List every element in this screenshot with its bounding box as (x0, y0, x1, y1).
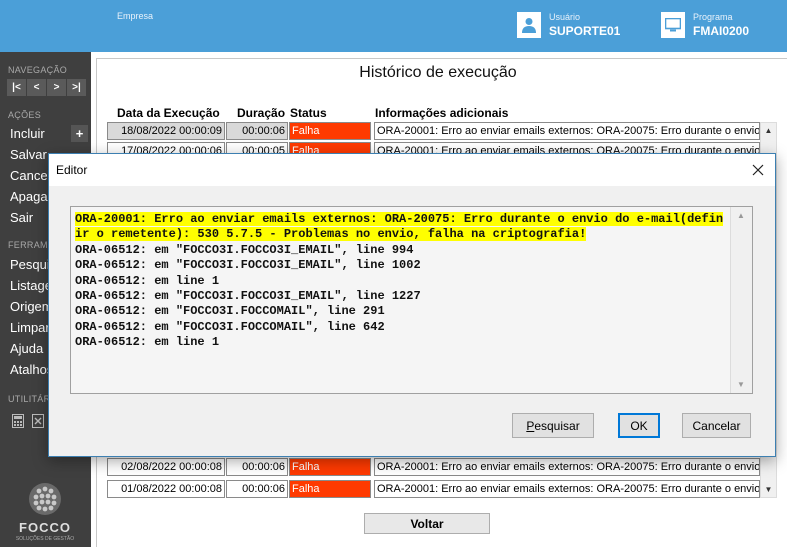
sidebar-item-incluir[interactable]: Incluir + (0, 123, 91, 144)
cell-status[interactable]: Falha (289, 480, 371, 498)
actions-section-label: AÇÕES (8, 110, 42, 120)
sidebar-item-label: Ajuda (10, 341, 44, 356)
scroll-down-icon[interactable]: ▼ (731, 376, 751, 393)
dialog-titlebar[interactable]: Editor (49, 154, 775, 186)
user-info: Usuário SUPORTE01 (517, 10, 620, 40)
globe-icon (28, 482, 62, 516)
cell-status[interactable]: Falha (289, 458, 371, 476)
cell-duration[interactable]: 00:00:06 (226, 458, 288, 476)
editor-line: ORA-06512: em "FOCCO3I.FOCCO3I_EMAIL", l… (75, 242, 414, 257)
cancel-button[interactable]: Cancelar (682, 413, 751, 438)
cell-duration[interactable]: 00:00:06 (226, 480, 288, 498)
editor-content[interactable]: ORA-20001: Erro ao enviar emails externo… (73, 209, 729, 391)
first-record-button[interactable]: |< (7, 79, 26, 96)
scroll-up-icon[interactable]: ▲ (731, 207, 751, 224)
monitor-icon (661, 12, 685, 38)
column-header-info[interactable]: Informações adicionais (375, 106, 508, 120)
column-header-status[interactable]: Status (290, 106, 327, 120)
user-icon (517, 12, 541, 38)
back-button[interactable]: Voltar (364, 513, 490, 534)
editor-textarea[interactable]: ORA-20001: Erro ao enviar emails externo… (70, 206, 753, 394)
top-header-bar: Empresa Usuário SUPORTE01 Programa FMAI0… (0, 0, 787, 52)
logo-name: FOCCO (19, 520, 71, 535)
scroll-up-icon[interactable]: ▲ (761, 123, 776, 138)
plus-icon[interactable]: + (71, 125, 88, 142)
cell-duration[interactable]: 00:00:06 (226, 122, 288, 140)
search-mnemonic: P (526, 418, 535, 433)
sidebar-item-label: Sair (10, 210, 34, 225)
program-info: Programa FMAI0200 (661, 10, 749, 40)
previous-record-button[interactable]: < (27, 79, 46, 96)
column-header-duration[interactable]: Duração (237, 106, 285, 120)
sidebar-item-label: Apagar (10, 189, 52, 204)
header-left-block (0, 0, 91, 52)
ok-button[interactable]: OK (618, 413, 660, 438)
scroll-down-icon[interactable]: ▼ (761, 482, 776, 497)
sidebar-item-label: Incluir (10, 126, 45, 141)
focco-logo: FOCCO SOLUÇÕES DE GESTÃO (15, 482, 75, 542)
highlighted-error-text: ORA-20001: Erro ao enviar emails externo… (75, 212, 724, 242)
calculator-icon[interactable] (12, 414, 24, 431)
sidebar-item-label: Salvar (10, 147, 47, 162)
page-title: Histórico de execução (359, 64, 517, 81)
cell-info[interactable]: ORA-20001: Erro ao enviar emails externo… (374, 458, 760, 476)
cell-info[interactable]: ORA-20001: Erro ao enviar emails externo… (374, 122, 760, 140)
next-record-button[interactable]: > (47, 79, 66, 96)
search-button[interactable]: Pesquisar (512, 413, 594, 438)
company-label: Empresa (117, 11, 154, 21)
editor-dialog: Editor ORA-20001: Erro ao enviar emails … (48, 153, 776, 457)
editor-line: ORA-06512: em line 1 (75, 273, 220, 288)
sidebar-item-label: Limpar (10, 320, 50, 335)
nav-section-label: NAVEGAÇÃO (8, 65, 68, 75)
close-icon[interactable] (741, 154, 775, 186)
cell-status[interactable]: Falha (289, 122, 371, 140)
column-header-date[interactable]: Data da Execução (117, 106, 220, 120)
editor-line: ORA-06512: em "FOCCO3I.FOCCOMAIL", line … (75, 319, 385, 334)
last-record-button[interactable]: >| (67, 79, 86, 96)
editor-line: ORA-06512: em "FOCCO3I.FOCCOMAIL", line … (75, 304, 385, 319)
nav-buttons: |< < > >| (7, 79, 86, 96)
sidebar-item-label: Atalhos (10, 362, 54, 377)
editor-line: ORA-06512: em line 1 (75, 335, 220, 350)
editor-line: ORA-06512: em "FOCCO3I.FOCCO3I_EMAIL", l… (75, 289, 421, 304)
spreadsheet-icon[interactable] (32, 414, 44, 431)
user-caption: Usuário (549, 12, 581, 22)
editor-scrollbar[interactable]: ▲ ▼ (730, 207, 752, 393)
utility-icons (12, 414, 44, 431)
cell-date[interactable]: 02/08/2022 00:00:08 (107, 458, 225, 476)
sidebar-item-label: Origem (10, 299, 53, 314)
cell-info[interactable]: ORA-20001: Erro ao enviar emails externo… (374, 480, 760, 498)
search-label: esquisar (534, 418, 580, 433)
program-caption: Programa (693, 12, 733, 22)
program-value: FMAI0200 (693, 24, 750, 38)
dialog-title: Editor (56, 163, 88, 177)
user-value: SUPORTE01 (549, 24, 621, 38)
logo-subtitle: SOLUÇÕES DE GESTÃO (15, 536, 75, 542)
editor-line: ORA-06512: em "FOCCO3I.FOCCO3I_EMAIL", l… (75, 258, 421, 273)
cell-date[interactable]: 18/08/2022 00:00:09 (107, 122, 225, 140)
cell-date[interactable]: 01/08/2022 00:00:08 (107, 480, 225, 498)
